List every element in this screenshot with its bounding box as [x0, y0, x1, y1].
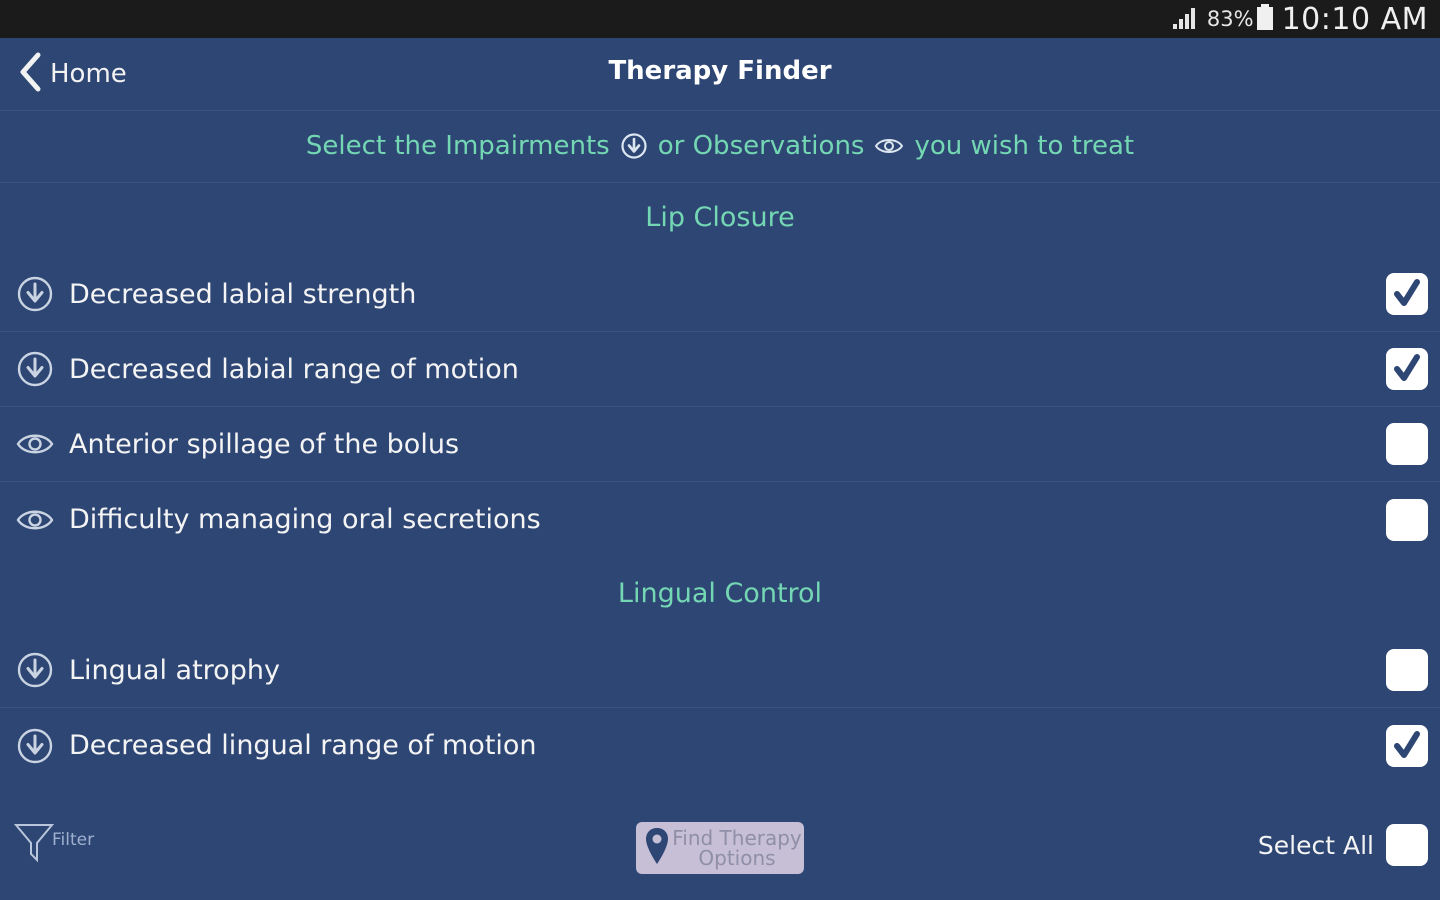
- find-button-line-2: Options: [698, 846, 776, 870]
- instruction-part-1: Select the Impairments: [305, 131, 610, 161]
- select-all-label: Select All: [1257, 830, 1374, 860]
- select-all[interactable]: Select All: [1258, 822, 1428, 868]
- list-item[interactable]: Decreased lingual range of motion: [0, 708, 1440, 783]
- signal-icon: [1171, 4, 1201, 34]
- list-item[interactable]: Decreased labial range of motion: [0, 332, 1440, 407]
- list-item[interactable]: Lingual atrophy: [0, 633, 1440, 708]
- list-item-label: Decreased labial range of motion: [69, 353, 519, 385]
- section-header-lip-closure: Lip Closure: [645, 202, 795, 233]
- battery-icon: [1256, 4, 1274, 34]
- instruction-part-2: or Observations: [657, 131, 865, 161]
- eye-icon: [16, 430, 54, 458]
- eye-icon: [16, 506, 54, 534]
- battery-percent: 83%: [1206, 7, 1254, 31]
- find-therapy-options-label: Find Therapy Options: [672, 828, 802, 868]
- list-item-label: Difficulty managing oral secretions: [69, 504, 541, 535]
- list-item[interactable]: Decreased labial strength: [0, 257, 1440, 332]
- list-item[interactable]: Anterior spillage of the bolus: [0, 407, 1440, 482]
- filter-button[interactable]: Filter: [13, 822, 95, 868]
- nav-bar: Home Therapy Finder: [0, 38, 1440, 111]
- find-therapy-options-button[interactable]: Find Therapy Options: [636, 822, 804, 874]
- map-pin-icon: [644, 826, 670, 870]
- impairment-icon: [16, 651, 54, 689]
- checkbox-unchecked[interactable]: [1386, 649, 1428, 691]
- bottom-toolbar: Filter Find Therapy Options Select All: [0, 800, 1440, 900]
- filter-icon: [13, 822, 55, 868]
- checkbox-checked[interactable]: [1386, 348, 1428, 390]
- checkbox-checked[interactable]: [1386, 724, 1428, 767]
- impairment-icon: [16, 350, 54, 388]
- select-all-checkbox[interactable]: [1386, 824, 1428, 866]
- instruction-part-3: you wish to treat: [914, 131, 1135, 161]
- filter-label: Filter: [52, 830, 95, 850]
- clock: 10:10 AM: [1281, 1, 1428, 37]
- section-header-lingual-control: Lingual Control: [617, 578, 823, 609]
- checkbox-unchecked[interactable]: [1386, 423, 1428, 465]
- status-bar: 83% 10:10 AM: [0, 0, 1440, 38]
- impairment-icon: [16, 727, 54, 765]
- list-item-label: Decreased labial strength: [69, 278, 417, 310]
- list-item-label: Anterior spillage of the bolus: [69, 428, 460, 460]
- instruction-text: Select the Impairments or Observations y…: [0, 110, 1440, 183]
- page-title: Therapy Finder: [608, 56, 832, 86]
- checkbox-unchecked[interactable]: [1386, 498, 1428, 541]
- list-item-label: Lingual atrophy: [69, 654, 280, 686]
- list-item[interactable]: Difficulty managing oral secretions: [0, 482, 1440, 557]
- impairment-icon: [620, 132, 648, 160]
- list-item-label: Decreased lingual range of motion: [69, 730, 537, 761]
- impairment-icon: [16, 275, 54, 313]
- eye-icon: [874, 135, 904, 157]
- checkbox-checked[interactable]: [1386, 273, 1428, 315]
